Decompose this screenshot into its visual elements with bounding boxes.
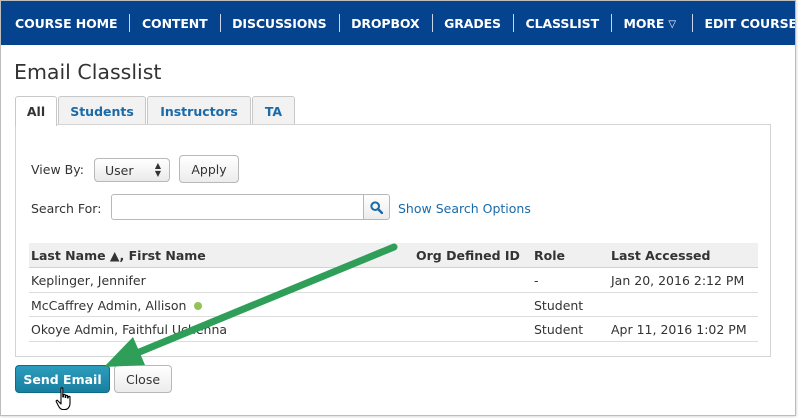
row-name: McCaffrey Admin, Allison [31,297,187,313]
nav-discussions[interactable]: DISCUSSIONS [232,16,327,31]
nav-separator [219,14,221,32]
nav-separator [338,14,340,32]
row-name: Okoye Admin, Faithful Uchenna [31,322,228,337]
nav-content[interactable]: CONTENT [142,16,208,31]
table-row: McCaffrey Admin, Allison Student [29,293,758,317]
hand-pointer-icon [55,387,71,411]
nav-classlist[interactable]: CLASSLIST [526,16,600,31]
tab-ta[interactable]: TA [252,96,295,125]
nav-separator [129,14,130,32]
nav-separator [431,14,433,32]
nav-more[interactable]: MORE ▽ [623,15,677,31]
row-name-cell: McCaffrey Admin, Allison [31,297,203,313]
top-navigation-bar: COURSE HOME CONTENT DISCUSSIONS DROPBOX … [1,1,795,45]
search-input[interactable] [111,194,364,220]
view-by-value: User [105,162,134,178]
view-by-label: View By: [31,162,84,177]
apply-button[interactable]: Apply [179,155,239,183]
online-status-icon [194,301,203,310]
nav-edit-course[interactable]: EDIT COURSE [705,16,795,31]
nav-separator [512,14,514,32]
nav-separator [611,14,612,32]
row-name: Keplinger, Jennifer [31,273,146,288]
row-role: - [534,273,539,288]
row-last-accessed: Jan 20, 2016 2:12 PM [611,273,745,288]
table-header: Last Name ▲, First Name Org Defined ID R… [29,243,758,268]
view-by-select[interactable]: User ▲ ▼ [94,158,170,182]
table-row: Okoye Admin, Faithful Uchenna Student Ap… [29,317,758,342]
page-title: Email Classlist [14,60,162,84]
nav-more-label: MORE [623,15,665,31]
tab-instructors[interactable]: Instructors [147,96,251,125]
header-last-accessed[interactable]: Last Accessed [611,248,710,263]
tab-bar: All Students Instructors TA [15,96,296,126]
magnifier-icon [370,200,383,214]
row-role: Student [534,297,584,313]
search-button[interactable] [363,194,390,220]
header-name[interactable]: Last Name ▲, First Name [31,248,206,263]
nav-grades[interactable]: GRADES [444,16,501,31]
nav-dropbox[interactable]: DROPBOX [351,16,420,31]
row-last-accessed: Apr 11, 2016 1:02 PM [611,322,747,337]
classlist-table: Last Name ▲, First Name Org Defined ID R… [29,243,758,342]
tab-students[interactable]: Students [58,96,146,125]
header-org-id[interactable]: Org Defined ID [416,248,520,263]
show-search-options-link[interactable]: Show Search Options [398,201,531,216]
header-role[interactable]: Role [534,248,565,263]
search-for-label: Search For: [31,201,102,216]
nav-course-home[interactable]: COURSE HOME [15,16,118,31]
nav-separator [691,14,693,32]
select-arrows-icon: ▲ ▼ [154,161,161,178]
close-button[interactable]: Close [114,365,172,393]
triangle-down-icon: ▽ [668,18,676,30]
tab-all[interactable]: All [15,96,57,126]
row-role: Student [534,322,584,337]
table-row: Keplinger, Jennifer - Jan 20, 2016 2:12 … [29,268,758,293]
browser-frame: COURSE HOME CONTENT DISCUSSIONS DROPBOX … [0,0,796,416]
